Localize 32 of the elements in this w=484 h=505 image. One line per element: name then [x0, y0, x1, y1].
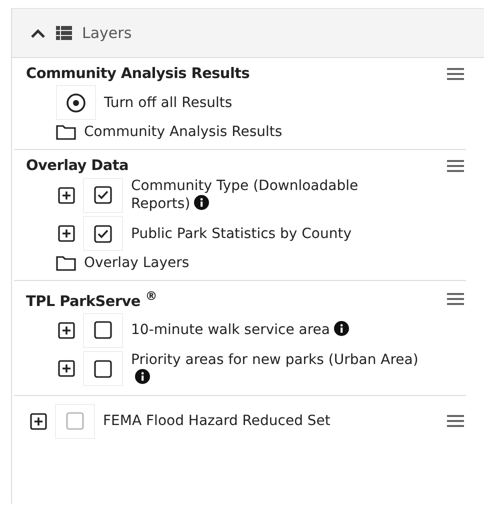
group-heading: Overlay Data: [26, 158, 129, 174]
folder-label[interactable]: Overlay Layers: [84, 254, 190, 272]
menu-icon[interactable]: [447, 414, 464, 428]
info-icon[interactable]: [334, 321, 349, 336]
panel-header[interactable]: Layers: [12, 9, 484, 58]
expand-icon[interactable]: [58, 186, 75, 204]
checkbox[interactable]: [94, 360, 112, 378]
folder-label[interactable]: Community Analysis Results: [84, 123, 282, 141]
expand-icon[interactable]: [58, 322, 75, 339]
info-icon[interactable]: [194, 195, 210, 210]
menu-icon[interactable]: [447, 67, 464, 81]
expand-icon[interactable]: [58, 360, 75, 378]
group-heading: TPL ParkServe $^{®}$: [26, 289, 157, 310]
menu-icon[interactable]: [447, 159, 464, 173]
checkbox[interactable]: [94, 186, 112, 204]
checkbox[interactable]: [94, 224, 112, 242]
checkbox[interactable]: [94, 321, 112, 340]
group-heading: Community Analysis Results: [26, 66, 250, 82]
expand-icon[interactable]: [58, 225, 75, 242]
chevron-up-icon[interactable]: [30, 28, 46, 38]
folder-icon: [56, 255, 76, 271]
folder-icon: [56, 124, 76, 140]
layer-label[interactable]: Priority areas for new parks (Urban Area): [131, 350, 421, 387]
list-icon: [56, 26, 72, 40]
layer-label[interactable]: Turn off all Results: [104, 94, 232, 112]
layer-label[interactable]: Public Park Statistics by County: [131, 224, 352, 242]
panel-title: Layers: [82, 24, 132, 42]
layer-label[interactable]: Community Type (Downloadable Reports): [131, 177, 421, 213]
layer-label[interactable]: 10-minute walk service area: [131, 321, 349, 340]
radio-button[interactable]: [66, 92, 86, 112]
menu-icon[interactable]: [447, 292, 464, 306]
info-icon[interactable]: [135, 368, 150, 384]
